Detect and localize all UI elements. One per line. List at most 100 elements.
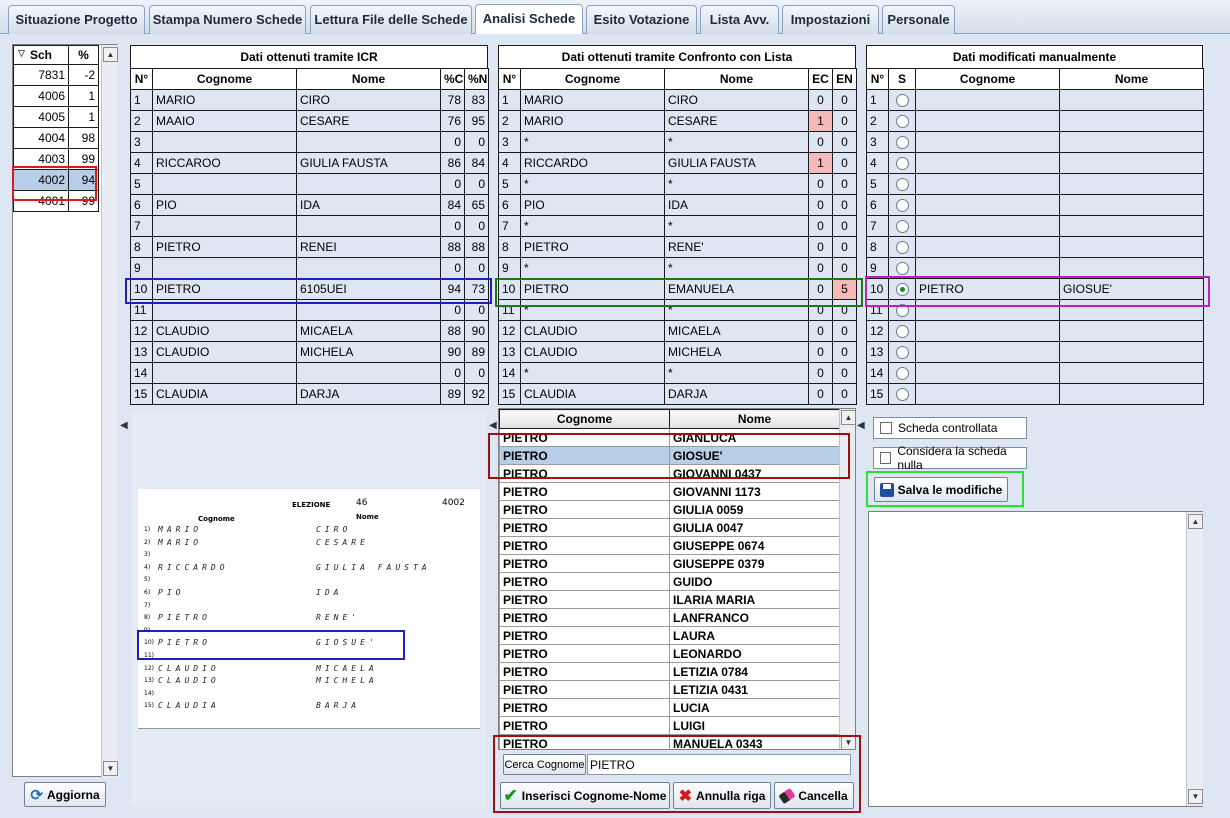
tab-stampa-numero-schede[interactable]: Stampa Numero Schede: [149, 5, 306, 34]
compare-row[interactable]: 13 CLAUDIO MICHELA 0 0: [498, 341, 857, 363]
row-radio-icon[interactable]: [895, 241, 909, 255]
surname-cell[interactable]: [915, 89, 1060, 111]
name-list-row[interactable]: PIETRO LUIGI: [499, 716, 840, 735]
select-cell[interactable]: [888, 362, 916, 384]
select-cell[interactable]: [888, 341, 916, 363]
manual-row[interactable]: 7: [866, 215, 1204, 237]
name-list-row[interactable]: PIETRO GIOVANNI 0437: [499, 464, 840, 483]
surname-cell[interactable]: [915, 362, 1060, 384]
compare-row[interactable]: 12 CLAUDIO MICAELA 0 0: [498, 320, 857, 342]
name-cell[interactable]: [1059, 383, 1204, 405]
manual-row[interactable]: 2: [866, 110, 1204, 132]
collapse-left-icon[interactable]: ◀: [120, 420, 128, 431]
save-changes-button[interactable]: Salva le modifiche: [874, 477, 1008, 502]
name-list-row[interactable]: PIETRO LETIZIA 0784: [499, 662, 840, 681]
sheet-row[interactable]: 4003 99: [13, 148, 99, 170]
manual-row[interactable]: 3: [866, 131, 1204, 153]
compare-row[interactable]: 11 * * 0 0: [498, 299, 857, 321]
manual-row[interactable]: 11: [866, 299, 1204, 321]
icr-row[interactable]: 5 00: [130, 173, 489, 195]
manual-row[interactable]: 13: [866, 341, 1204, 363]
row-radio-icon[interactable]: [895, 367, 909, 381]
select-cell[interactable]: [888, 89, 916, 111]
name-cell[interactable]: [1059, 152, 1204, 174]
scroll-down-icon[interactable]: ▼: [1188, 789, 1203, 804]
name-list-row[interactable]: PIETRO GIOSUE': [499, 446, 840, 465]
name-cell[interactable]: [1059, 341, 1204, 363]
collapse-middle-icon[interactable]: ◀: [489, 420, 497, 431]
surname-cell[interactable]: [915, 257, 1060, 279]
cancel-row-button[interactable]: ✖ Annulla riga: [673, 782, 771, 809]
select-cell[interactable]: [888, 278, 916, 300]
tab-personale[interactable]: Personale: [882, 5, 955, 34]
row-radio-icon[interactable]: [895, 220, 909, 234]
compare-row[interactable]: 5 * * 0 0: [498, 173, 857, 195]
name-cell[interactable]: [1059, 194, 1204, 216]
compare-row[interactable]: 8 PIETRO RENE' 0 0: [498, 236, 857, 258]
icr-row[interactable]: 11 0 0: [130, 299, 489, 321]
name-list-row[interactable]: PIETRO LETIZIA 0431: [499, 680, 840, 699]
row-radio-icon[interactable]: [895, 346, 909, 360]
row-radio-icon[interactable]: [895, 283, 909, 297]
name-list-row[interactable]: PIETRO LUCIA: [499, 698, 840, 717]
sheet-row[interactable]: 7831 -2: [13, 64, 99, 86]
manual-row[interactable]: 4: [866, 152, 1204, 174]
tab-lettura-file-delle-schede[interactable]: Lettura File delle Schede: [310, 5, 472, 34]
compare-row[interactable]: 3 * * 0 0: [498, 131, 857, 153]
name-list-col-cognome[interactable]: Cognome: [499, 409, 670, 429]
sheet-row[interactable]: 4005 1: [13, 106, 99, 128]
select-cell[interactable]: [888, 236, 916, 258]
row-radio-icon[interactable]: [895, 157, 909, 171]
sheet-row[interactable]: 4001 99: [13, 190, 99, 212]
sort-column-sch[interactable]: ▽ Sch: [13, 45, 69, 65]
search-surname-button[interactable]: Cerca Cognome: [503, 754, 586, 775]
name-list-row[interactable]: PIETRO ILARIA MARIA: [499, 590, 840, 609]
row-radio-icon[interactable]: [895, 388, 909, 402]
row-radio-icon[interactable]: [895, 94, 909, 108]
icr-row[interactable]: 1 MARIO CIRO 78 83: [130, 89, 489, 111]
surname-cell[interactable]: [915, 131, 1060, 153]
compare-row[interactable]: 2 MARIO CESARE 1 0: [498, 110, 857, 132]
select-cell[interactable]: [888, 215, 916, 237]
row-radio-icon[interactable]: [895, 262, 909, 276]
manual-row[interactable]: 5: [866, 173, 1204, 195]
icr-row[interactable]: 13 CLAUDIO MICHELA 90 89: [130, 341, 489, 363]
surname-search-input[interactable]: [587, 754, 851, 775]
scroll-up-icon[interactable]: ▲: [103, 47, 118, 62]
notes-scrollbar[interactable]: ▲ ▼: [1186, 512, 1203, 806]
surname-cell[interactable]: [915, 194, 1060, 216]
refresh-button[interactable]: ⟳ Aggiorna: [24, 782, 106, 807]
checkbox-box[interactable]: [880, 422, 892, 434]
surname-cell[interactable]: [915, 110, 1060, 132]
compare-row[interactable]: 6 PIO IDA 0 0: [498, 194, 857, 216]
icr-row[interactable]: 7 00: [130, 215, 489, 237]
manual-row[interactable]: 1: [866, 89, 1204, 111]
select-cell[interactable]: [888, 299, 916, 321]
name-cell[interactable]: [1059, 215, 1204, 237]
manual-row[interactable]: 14: [866, 362, 1204, 384]
scroll-up-icon[interactable]: ▲: [841, 410, 855, 425]
notes-area[interactable]: ▲ ▼: [868, 511, 1203, 807]
select-cell[interactable]: [888, 173, 916, 195]
compare-row[interactable]: 15 CLAUDIA DARJA 0 0: [498, 383, 857, 405]
scroll-down-icon[interactable]: ▼: [103, 761, 118, 776]
row-radio-icon[interactable]: [895, 325, 909, 339]
compare-row[interactable]: 10 PIETRO EMANUELA 0 5: [498, 278, 857, 300]
name-cell[interactable]: [1059, 236, 1204, 258]
name-list-row[interactable]: PIETRO LAURA: [499, 626, 840, 645]
delete-button[interactable]: Cancella: [774, 782, 854, 809]
name-cell[interactable]: [1059, 110, 1204, 132]
checked-sheet-checkbox[interactable]: Scheda controllata: [873, 417, 1027, 439]
scroll-up-icon[interactable]: ▲: [1188, 514, 1203, 529]
select-cell[interactable]: [888, 257, 916, 279]
name-list-row[interactable]: PIETRO LEONARDO: [499, 644, 840, 663]
tab-situazione-progetto[interactable]: Situazione Progetto: [8, 5, 145, 34]
select-cell[interactable]: [888, 383, 916, 405]
name-list-row[interactable]: PIETRO GIULIA 0059: [499, 500, 840, 519]
compare-row[interactable]: 7 * * 0 0: [498, 215, 857, 237]
select-cell[interactable]: [888, 320, 916, 342]
tab-lista-avv-[interactable]: Lista Avv.: [700, 5, 779, 34]
manual-row[interactable]: 8: [866, 236, 1204, 258]
icr-row[interactable]: 10 PIETRO 6105UEI 94 73: [130, 278, 489, 300]
checkbox-box[interactable]: [880, 452, 892, 464]
